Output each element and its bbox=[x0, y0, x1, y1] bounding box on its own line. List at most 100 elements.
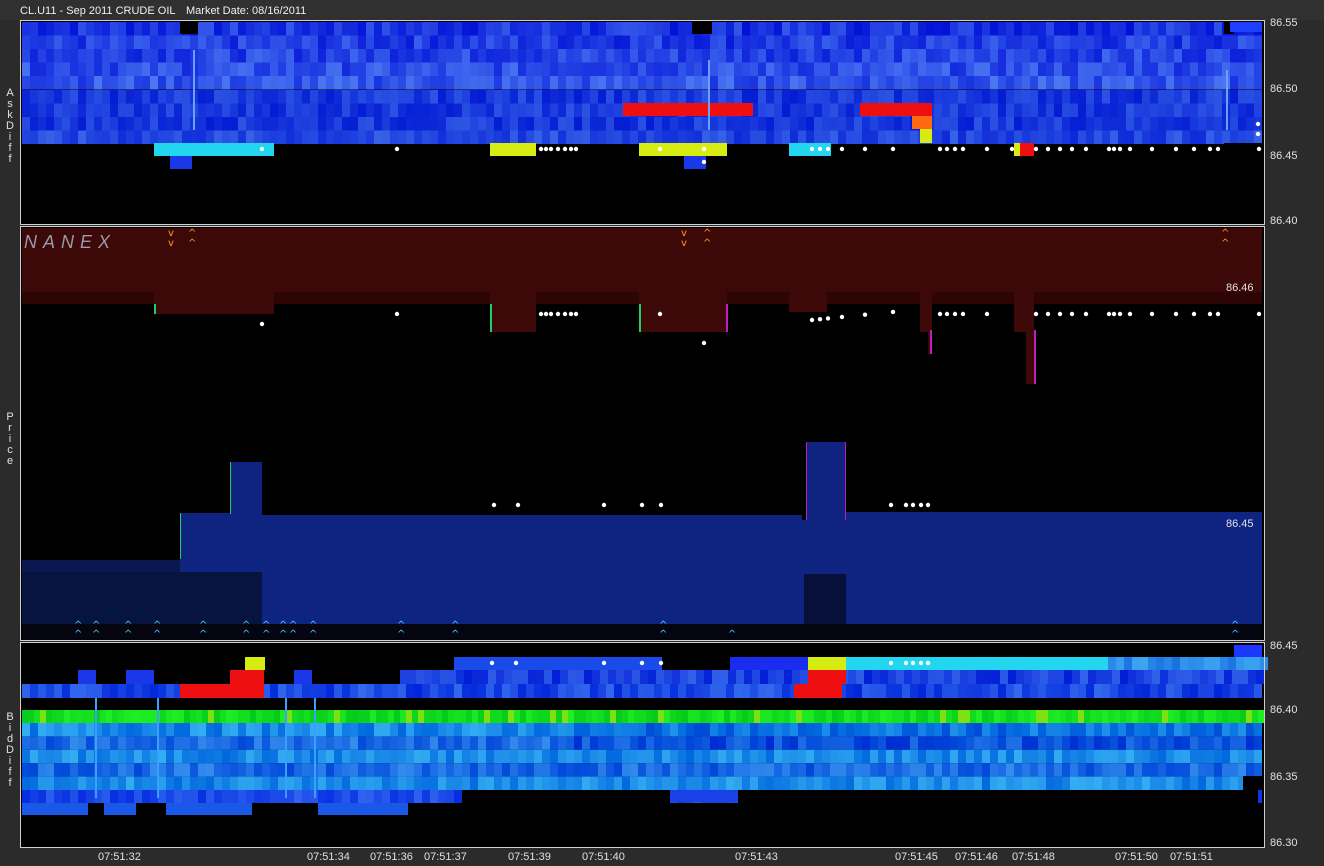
heat-cell bbox=[110, 22, 118, 36]
heat-cell bbox=[1254, 763, 1262, 777]
bid-green-cell bbox=[814, 710, 820, 723]
heat-cell bbox=[62, 776, 70, 790]
heat-cell bbox=[838, 103, 846, 117]
heat-cell bbox=[1038, 723, 1046, 737]
heat-cell bbox=[966, 35, 974, 49]
heat-cell bbox=[782, 130, 790, 144]
heat-cell bbox=[590, 776, 598, 790]
heat-cell bbox=[86, 103, 94, 117]
heat-cell bbox=[254, 736, 262, 750]
heat-cell bbox=[894, 22, 902, 36]
heat-cell bbox=[870, 130, 878, 144]
heat-cell bbox=[934, 22, 942, 36]
heat-cell bbox=[406, 736, 414, 750]
heat-cell bbox=[254, 35, 262, 49]
heat-cell bbox=[214, 763, 222, 777]
heat-cell bbox=[1152, 670, 1160, 684]
heat-cell bbox=[198, 49, 206, 63]
heat-cell bbox=[1252, 657, 1260, 670]
heat-cell bbox=[1182, 62, 1190, 76]
heat-cell bbox=[800, 670, 808, 684]
heat-cell bbox=[1190, 130, 1198, 144]
heat-cell bbox=[438, 76, 446, 90]
heat-cell bbox=[1078, 749, 1086, 764]
heat-cell bbox=[1142, 684, 1150, 698]
heat-cell bbox=[270, 749, 278, 764]
heat-cell bbox=[158, 76, 166, 90]
heat-cell bbox=[782, 684, 790, 698]
heat-cell bbox=[318, 103, 326, 117]
heat-cell bbox=[182, 49, 190, 63]
tick-marker: ^ bbox=[153, 629, 161, 640]
heat-cell bbox=[246, 103, 254, 117]
bid-green-cell bbox=[460, 710, 466, 723]
heat-cell bbox=[390, 117, 398, 131]
bid-green-cell bbox=[898, 710, 904, 723]
heat-cell bbox=[1166, 49, 1174, 63]
heat-cell bbox=[950, 103, 958, 117]
heat-cell bbox=[262, 62, 270, 76]
heat-cell bbox=[502, 736, 510, 750]
heat-cell bbox=[966, 76, 974, 90]
heat-cell bbox=[542, 35, 550, 49]
tick-marker: ^ bbox=[124, 629, 132, 640]
ask-trade-dot bbox=[259, 146, 265, 152]
heat-cell bbox=[206, 22, 214, 36]
heat-cell bbox=[710, 76, 718, 90]
heat-cell bbox=[262, 76, 270, 90]
heat-cell bbox=[1062, 62, 1070, 76]
heat-cell bbox=[1046, 736, 1054, 750]
heat-cell bbox=[1254, 90, 1262, 104]
heat-cell bbox=[1150, 684, 1158, 698]
heat-cell bbox=[1190, 22, 1198, 36]
heat-cell bbox=[1150, 22, 1158, 36]
heat-cell bbox=[678, 763, 686, 777]
heat-cell bbox=[382, 776, 390, 790]
heat-cell bbox=[278, 76, 286, 90]
ask-trade-dot bbox=[1069, 311, 1075, 317]
heat-cell bbox=[694, 49, 702, 63]
heat-cell bbox=[822, 763, 830, 777]
heat-cell bbox=[606, 117, 614, 131]
heat-cell bbox=[886, 763, 894, 777]
heat-cell bbox=[358, 35, 366, 49]
heat-cell bbox=[646, 763, 654, 777]
heat-cell bbox=[214, 90, 222, 104]
bid-green-cell bbox=[694, 710, 700, 723]
heat-cell bbox=[1166, 749, 1174, 764]
heat-cell bbox=[342, 130, 350, 144]
heat-cell bbox=[1246, 103, 1254, 117]
heat-cell bbox=[166, 90, 174, 104]
heat-cell bbox=[278, 90, 286, 104]
heat-cell bbox=[1006, 22, 1014, 36]
heat-cell bbox=[502, 684, 510, 698]
heat-cell bbox=[790, 723, 798, 737]
heat-cell bbox=[622, 49, 630, 63]
heat-cell bbox=[1046, 776, 1054, 790]
heat-cell bbox=[878, 90, 886, 104]
heat-cell bbox=[486, 76, 494, 90]
heat-cell bbox=[126, 670, 154, 684]
heat-cell bbox=[382, 790, 390, 803]
heat-cell bbox=[270, 117, 278, 131]
heat-cell bbox=[630, 117, 638, 131]
heat-cell bbox=[246, 49, 254, 63]
heat-cell bbox=[446, 790, 454, 803]
heat-cell bbox=[334, 62, 342, 76]
heat-cell bbox=[830, 763, 838, 777]
heat-cell bbox=[270, 22, 278, 36]
bid-green-cell bbox=[52, 710, 58, 723]
heat-cell bbox=[806, 76, 814, 90]
heat-cell bbox=[958, 776, 966, 790]
heat-cell bbox=[222, 90, 230, 104]
heat-cell bbox=[974, 749, 982, 764]
heat-cell bbox=[1230, 723, 1238, 737]
heat-cell bbox=[110, 790, 118, 803]
heat-cell bbox=[510, 130, 518, 144]
heat-cell bbox=[214, 76, 222, 90]
heat-cell bbox=[710, 117, 718, 131]
heat-cell bbox=[142, 684, 150, 698]
heat-cell bbox=[744, 670, 752, 684]
heat-cell bbox=[294, 130, 302, 144]
heat-cell bbox=[318, 736, 326, 750]
